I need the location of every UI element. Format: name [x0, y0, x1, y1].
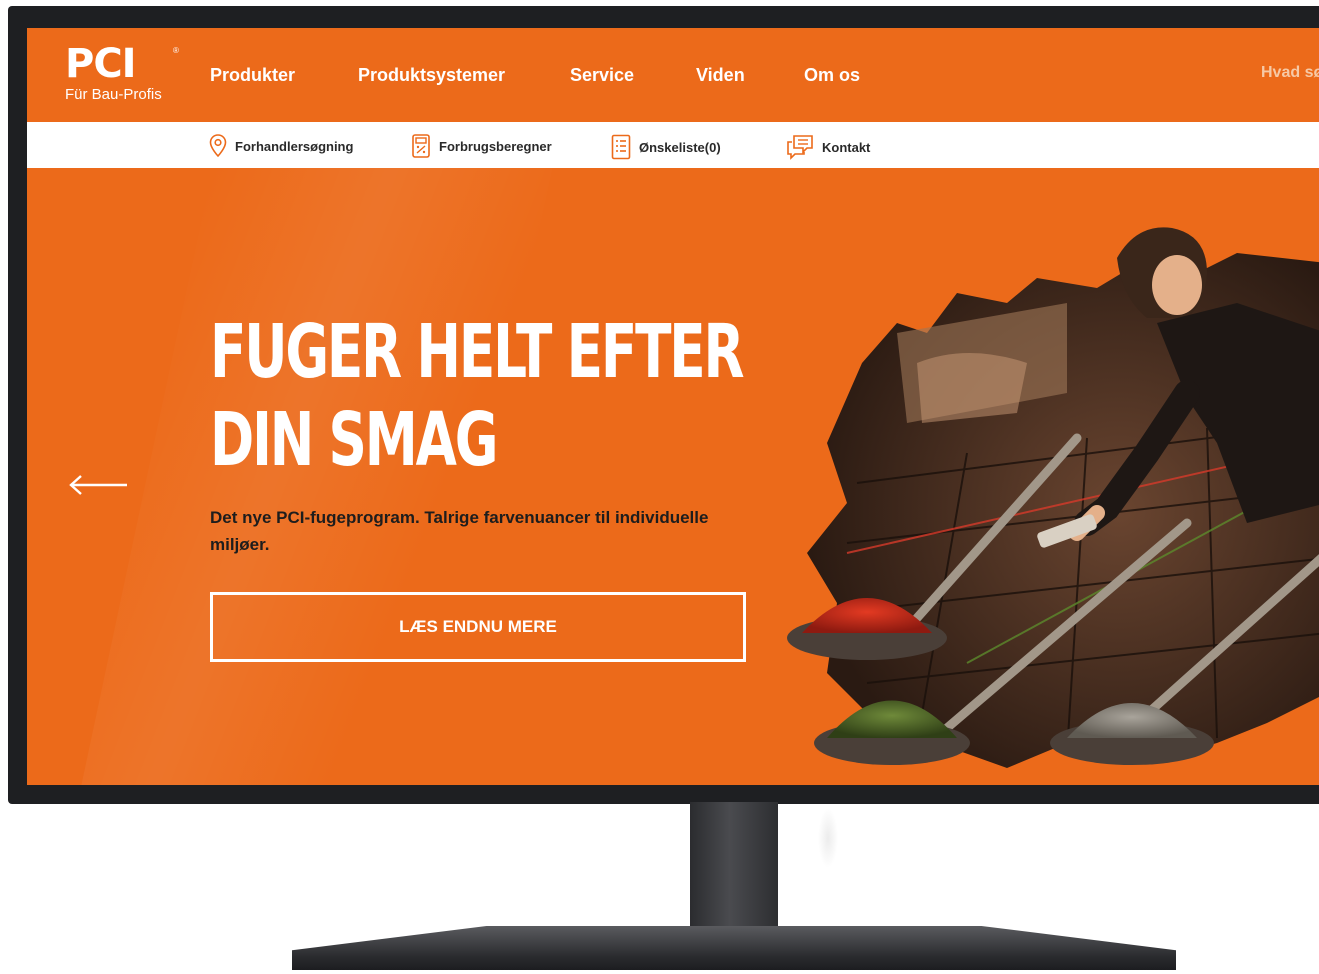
list-icon — [611, 134, 631, 160]
hero-slider: FUGER HELT EFTER DIN SMAG Det nye PCI-fu… — [27, 168, 1319, 785]
hero-title: FUGER HELT EFTER DIN SMAG — [210, 308, 745, 484]
logo-registered: ® — [173, 46, 179, 55]
map-pin-icon — [209, 134, 227, 158]
calculator-icon — [411, 134, 431, 158]
nav-item-produktsystemer[interactable]: Produktsystemer — [358, 65, 505, 86]
hero-title-line-2: DIN SMAG — [210, 397, 498, 483]
nav-item-produkter[interactable]: Produkter — [210, 65, 295, 86]
util-forhandlersogning[interactable]: Forhandlersøgning — [209, 134, 353, 158]
util-label: Ønskeliste(0) — [639, 139, 721, 155]
hero-photo — [767, 223, 1319, 783]
monitor-screen: PCI ® Für Bau-Profis Produkter Produktsy… — [27, 28, 1319, 785]
util-forbrugsberegner[interactable]: Forbrugsberegner — [411, 134, 552, 158]
stand-reflection — [818, 808, 838, 868]
util-onskeliste[interactable]: Ønskeliste(0) — [611, 134, 721, 160]
read-more-button[interactable]: LÆS ENDNU MERE — [210, 592, 746, 662]
pci-logo[interactable]: PCI ® Für Bau-Profis — [65, 41, 179, 103]
monitor-stand-neck — [690, 802, 778, 930]
utility-bar: Forhandlersøgning Forbrugsberegner Ønske… — [27, 122, 1319, 168]
util-label: Forhandlersøgning — [235, 138, 354, 154]
search-field-partial[interactable]: Hvad sø — [1261, 64, 1319, 82]
main-header: PCI ® Für Bau-Profis Produkter Produktsy… — [27, 28, 1319, 122]
nav-item-om-os[interactable]: Om os — [804, 65, 860, 86]
nav-item-viden[interactable]: Viden — [696, 65, 745, 86]
util-kontakt[interactable]: Kontakt — [786, 134, 870, 160]
arrow-left-icon — [67, 475, 129, 501]
prev-slide-button[interactable] — [67, 473, 129, 502]
nav-item-service[interactable]: Service — [570, 65, 634, 86]
util-label: Kontakt — [822, 139, 871, 155]
logo-mark: PCI — [65, 41, 137, 87]
util-label: Forbrugsberegner — [439, 138, 552, 154]
monitor-stand-base — [292, 926, 1176, 970]
hero-title-line-1: FUGER HELT EFTER — [210, 309, 745, 395]
logo-tagline: Für Bau-Profis — [65, 86, 162, 103]
chat-icon — [786, 134, 814, 160]
hero-subtitle: Det nye PCI-fugeprogram. Talrige farvenu… — [210, 508, 709, 554]
